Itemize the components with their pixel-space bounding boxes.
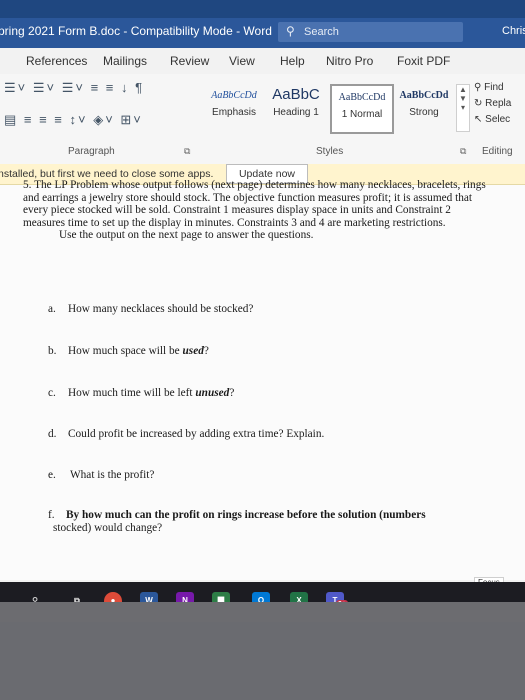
replace-button[interactable]: ↻ Repla [474,96,511,112]
paragraph-group-label: Paragraph [68,146,115,157]
window-title: pring 2021 Form B.doc - Compatibility Mo… [0,24,272,38]
search-label: Search [304,26,339,38]
word-icon[interactable]: W [140,592,158,602]
task-view-icon[interactable]: ⧉ [68,592,86,602]
search-box[interactable]: ⚲ Search [278,22,463,42]
ribbon: ☰˅ ☰˅ ☰˅ ≡ ≡ ↓ ¶ ▤ ≡ ≡ ≡ ↕˅ ◈˅ ⊞˅ AaBbCc… [0,74,525,165]
ribbon-tabs: References Mailings Review View Help Nit… [0,48,525,75]
question-text: What is the profit? [70,469,155,481]
chrome-icon[interactable]: ● [104,592,122,602]
style-name: 1 Normal [341,109,383,120]
question-end: ? [229,387,235,399]
tab-references[interactable]: References [26,54,87,68]
question-a: a. How many necklaces should be stocked? [48,303,253,315]
question-label: d. [48,428,57,440]
question-b: b. How much space will be used? [48,345,209,357]
title-band [0,0,525,18]
style-name: Heading 1 [273,107,319,118]
question-label: c. [48,387,56,399]
replace-label: Repla [485,98,512,109]
styles-group-label: Styles [316,146,344,157]
tab-foxit-pdf[interactable]: Foxit PDF [397,54,450,68]
screen: pring 2021 Form B.doc - Compatibility Mo… [0,0,525,602]
style-strong[interactable]: AaBbCcDd Strong [394,84,454,130]
question-f: f. By how much can the profit on rings in… [48,509,426,534]
style-normal[interactable]: AaBbCcDd 1 Normal [330,84,394,134]
problem-intro: 5. The LP Problem whose output follows (… [23,179,493,242]
question-e: e. What is the profit? [48,469,154,481]
style-preview: AaBbCcDd [399,90,449,101]
style-name: Strong [409,107,439,118]
question-text: By how much can the profit on rings incr… [66,509,426,521]
alignment-buttons-icon[interactable]: ▤ ≡ ≡ ≡ ↕˅ ◈˅ ⊞˅ [4,112,143,128]
editing-group-label: Editing [482,146,513,157]
question-text: How much time will be left [68,387,193,399]
tab-nitro-pro[interactable]: Nitro Pro [326,54,373,68]
question-emphasis: unused [195,387,230,399]
user-name[interactable]: Chris [502,25,525,37]
tab-mailings[interactable]: Mailings [103,54,147,68]
styles-scroll[interactable]: ▲ ▼ ▾ [456,84,470,132]
question-emphasis: used [182,345,204,357]
instruction-text: Use the output on the next page to answe… [59,229,314,241]
outlook-icon[interactable]: O [252,592,270,602]
onenote-icon[interactable]: N [176,592,194,602]
question-d: d. Could profit be increased by adding ex… [48,428,324,440]
list-buttons-icon[interactable]: ☰˅ ☰˅ ☰˅ ≡ ≡ ↓ ¶ [4,80,144,96]
select-label: Selec [485,114,511,125]
tab-help[interactable]: Help [280,54,305,68]
search-icon: ⚲ [286,24,295,38]
tab-review[interactable]: Review [170,54,209,68]
question-label: a. [48,303,56,315]
teams-badge: 9+ [336,600,348,602]
question-text: Could profit be increased by adding extr… [68,428,325,440]
paragraph-launcher-icon[interactable]: ⧉ [184,146,190,157]
find-label: Find [484,82,504,93]
question-end: ? [203,345,209,357]
select-button[interactable]: ↖ Selec [474,112,511,128]
files-icon[interactable]: ▇ [212,592,230,602]
question-text-cont: stocked) would change? [53,521,163,534]
find-button[interactable]: ⚲ Find [474,80,511,96]
style-emphasis[interactable]: AaBbCcDd Emphasis [204,84,264,130]
question-label: f. [48,509,55,521]
style-preview: AaBbCcDd [338,92,386,103]
question-label: e. [48,469,56,481]
tab-view[interactable]: View [229,54,255,68]
style-preview: AaBbCcDd [211,90,257,101]
editing-group: ⚲ Find ↻ Repla ↖ Selec [474,80,511,128]
pin-icon[interactable]: ⚲ [26,592,44,602]
bezel [0,622,525,700]
styles-launcher-icon[interactable]: ⧉ [460,146,466,157]
question-text: How many necklaces should be stocked? [68,303,254,315]
excel-icon[interactable]: X [290,592,308,602]
question-label: b. [48,345,57,357]
style-heading-1[interactable]: AaBbC Heading 1 [266,84,326,130]
title-bar: pring 2021 Form B.doc - Compatibility Mo… [0,18,525,48]
document-page[interactable]: 5. The LP Problem whose output follows (… [0,179,525,580]
style-preview: AaBbC [272,86,320,103]
intro-text: 5. The LP Problem whose output follows (… [23,179,486,229]
style-name: Emphasis [212,107,256,118]
question-c: c. How much time will be left unused? [48,387,234,399]
question-text: How much space will be [68,345,180,357]
taskbar: ⚲ ⧉ ● W N ▇ O X T 9+ [0,582,525,602]
